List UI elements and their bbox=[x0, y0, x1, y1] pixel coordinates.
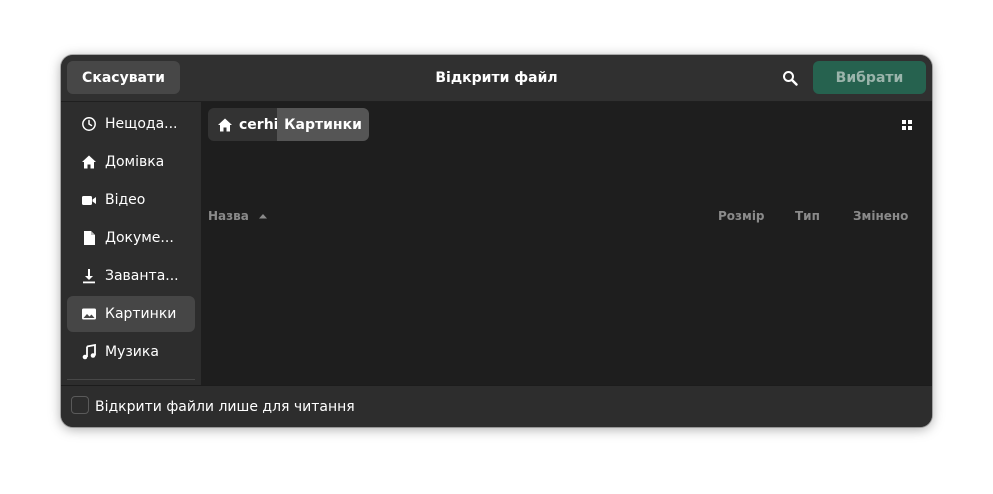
column-header-name[interactable]: Назва bbox=[208, 209, 268, 223]
home-icon bbox=[81, 154, 97, 170]
breadcrumb-current-button[interactable]: Картинки bbox=[277, 108, 369, 141]
sidebar-item-downloads[interactable]: Заванта... bbox=[67, 258, 195, 294]
sidebar-item-label: Картинки bbox=[105, 306, 177, 322]
readonly-checkbox[interactable] bbox=[71, 396, 89, 414]
video-icon bbox=[81, 192, 97, 208]
sidebar-item-recent[interactable]: Нещода... bbox=[67, 106, 195, 142]
footer-bar: Відкрити файли лише для читання bbox=[61, 385, 932, 427]
sidebar-item-label: Музика bbox=[105, 344, 159, 360]
column-header-size[interactable]: Розмір bbox=[718, 209, 765, 223]
sidebar-item-label: Заванта... bbox=[105, 268, 179, 284]
sidebar-item-label: Домівка bbox=[105, 154, 165, 170]
sidebar-item-pictures[interactable]: Картинки bbox=[67, 296, 195, 332]
download-icon bbox=[81, 268, 97, 284]
places-sidebar: Нещода... Домівка Відео Докуме... Завант… bbox=[61, 102, 201, 385]
cancel-button[interactable]: Скасувати bbox=[67, 61, 180, 94]
breadcrumb: cerhiy Картинки bbox=[208, 108, 369, 141]
sidebar-divider bbox=[67, 379, 195, 380]
sidebar-item-home[interactable]: Домівка bbox=[67, 144, 195, 180]
sidebar-item-music[interactable]: Музика bbox=[67, 334, 195, 370]
column-name-label: Назва bbox=[208, 209, 249, 223]
header-bar: Скасувати Відкрити файл Вибрати bbox=[61, 55, 932, 102]
grid-view-icon bbox=[902, 120, 912, 130]
grid-view-button[interactable] bbox=[897, 115, 917, 135]
sidebar-item-label: Відео bbox=[105, 192, 146, 208]
document-icon bbox=[81, 230, 97, 246]
sidebar-item-label: Нещода... bbox=[105, 116, 178, 132]
file-chooser-dialog: Скасувати Відкрити файл Вибрати Нещода..… bbox=[61, 55, 932, 427]
column-header-type[interactable]: Тип bbox=[795, 209, 820, 223]
sidebar-item-label: Докуме... bbox=[105, 230, 174, 246]
sidebar-item-videos[interactable]: Відео bbox=[67, 182, 195, 218]
search-icon bbox=[782, 70, 798, 86]
sort-ascending-icon bbox=[258, 214, 267, 219]
file-list-area: cerhiy Картинки Назва Розмір Тип Змінено bbox=[201, 102, 932, 385]
readonly-checkbox-label[interactable]: Відкрити файли лише для читання bbox=[95, 386, 355, 427]
breadcrumb-home-button[interactable]: cerhiy bbox=[208, 108, 288, 141]
home-icon bbox=[217, 117, 233, 133]
image-icon bbox=[81, 306, 97, 322]
select-button[interactable]: Вибрати bbox=[813, 61, 926, 94]
sidebar-item-documents[interactable]: Докуме... bbox=[67, 220, 195, 256]
music-icon bbox=[81, 344, 97, 360]
clock-icon bbox=[81, 116, 97, 132]
column-header-modified[interactable]: Змінено bbox=[853, 209, 908, 223]
search-button[interactable] bbox=[773, 61, 806, 94]
